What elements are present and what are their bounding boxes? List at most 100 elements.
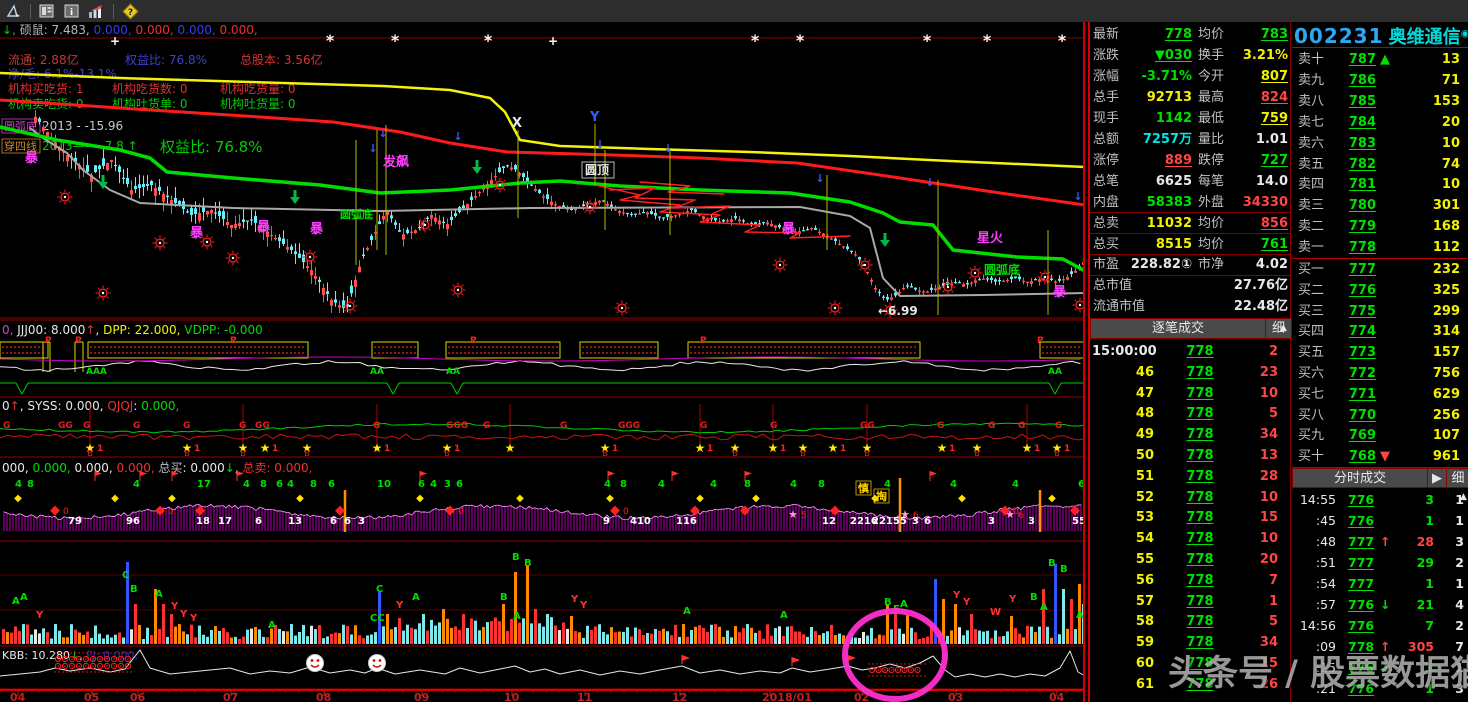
ts-volume: 7 xyxy=(1388,615,1434,636)
svg-text:4: 4 xyxy=(950,479,957,490)
svg-text:8: 8 xyxy=(744,479,751,490)
svg-text:◆: ◆ xyxy=(416,493,424,504)
tick-detail-button[interactable]: 细 xyxy=(1265,318,1292,339)
order-book-row[interactable]: 卖八785153 xyxy=(1292,91,1468,112)
time-sales-row[interactable]: 14:5677672 xyxy=(1292,615,1468,636)
kline-chart-area[interactable]: ↓, 硕鼠: 7.483, 0.000, 0.000, 0.000, 0.000… xyxy=(0,0,1085,702)
tick-row[interactable]: 15:00:007782 xyxy=(1090,341,1280,362)
tick-time: 53 xyxy=(1092,507,1154,528)
tick-row[interactable]: 5177828 xyxy=(1090,466,1280,487)
time-sales-row[interactable]: :51777292 xyxy=(1292,552,1468,573)
quote-label: 市净 xyxy=(1198,254,1224,275)
order-book-row[interactable]: 买二776325 xyxy=(1292,280,1468,301)
tick-row[interactable]: 567787 xyxy=(1090,570,1280,591)
ts-price: 777 xyxy=(1348,552,1374,573)
tick-volume: 2 xyxy=(1220,341,1278,362)
time-sales-row[interactable]: 14:5577631 xyxy=(1292,489,1468,510)
order-book-row[interactable]: 买六772756 xyxy=(1292,363,1468,384)
tick-row[interactable]: 577781 xyxy=(1090,591,1280,612)
time-sales-row[interactable]: :5477711 xyxy=(1292,573,1468,594)
svg-text:*: * xyxy=(923,31,932,50)
order-book-row[interactable]: 买三775299 xyxy=(1292,301,1468,322)
svg-text:圆顶: 圆顶 xyxy=(585,163,609,177)
order-book-row[interactable]: 买八770256 xyxy=(1292,405,1468,426)
quote-panel: 最新778均价783涨跌▼030换手3.21%涨幅-3.71%今开807总手92… xyxy=(1088,22,1468,702)
tick-row[interactable]: 6077815 xyxy=(1090,653,1280,674)
order-book-row[interactable]: 买五773157 xyxy=(1292,342,1468,363)
price-up-icon: ▲ xyxy=(1380,49,1390,70)
order-book-row[interactable]: 卖九78671 xyxy=(1292,70,1468,91)
time-sales-play-button[interactable]: ▶ xyxy=(1427,468,1447,488)
time-sales-row[interactable]: :57776↓214 xyxy=(1292,594,1468,615)
tick-row[interactable]: 487785 xyxy=(1090,403,1280,424)
tick-scroll-up-arrow[interactable]: ▲ xyxy=(1280,323,1287,333)
order-book-row[interactable]: 卖七78420 xyxy=(1292,112,1468,133)
tick-row[interactable]: 4777810 xyxy=(1090,383,1280,404)
svg-text:B: B xyxy=(884,597,892,608)
svg-text:3: 3 xyxy=(912,516,919,527)
order-book-row[interactable]: 卖二779168 xyxy=(1292,216,1468,237)
order-book-row[interactable]: 卖三780301 xyxy=(1292,195,1468,216)
order-book-row[interactable]: 买一777232 xyxy=(1292,259,1468,280)
order-book-row[interactable]: 卖一778112 xyxy=(1292,237,1468,258)
tick-row[interactable]: 4977834 xyxy=(1090,424,1280,445)
svg-text:1: 1 xyxy=(780,444,786,454)
tick-row[interactable]: 5477810 xyxy=(1090,528,1280,549)
tick-volume: 26 xyxy=(1220,674,1278,695)
svg-text:P: P xyxy=(700,336,707,346)
svg-text:6: 6 xyxy=(344,516,351,527)
svg-text:星火: 星火 xyxy=(977,231,1004,246)
svg-text:8: 8 xyxy=(27,479,34,490)
svg-text:1: 1 xyxy=(1034,444,1040,454)
svg-text:Y: Y xyxy=(579,600,588,611)
order-book-row[interactable]: 卖五78274 xyxy=(1292,154,1468,175)
tick-price: 778 xyxy=(1182,362,1218,383)
tick-row[interactable]: 5577820 xyxy=(1090,549,1280,570)
order-book-row[interactable]: 买七771629 xyxy=(1292,384,1468,405)
svg-text:A: A xyxy=(20,592,28,603)
tick-row[interactable]: 5077813 xyxy=(1090,445,1280,466)
svg-text:07: 07 xyxy=(223,691,238,702)
svg-text:◆: ◆ xyxy=(740,503,750,518)
svg-text:G: G xyxy=(239,421,246,431)
order-book-row[interactable]: 卖六78310 xyxy=(1292,133,1468,154)
svg-text:暴: 暴 xyxy=(189,226,204,241)
svg-text:AA: AA xyxy=(1048,367,1062,377)
order-book-row[interactable]: 买九769107 xyxy=(1292,425,1468,446)
tick-time: 51 xyxy=(1092,466,1154,487)
svg-text:★: ★ xyxy=(372,441,383,455)
tick-time: 50 xyxy=(1092,445,1154,466)
order-book-row[interactable]: 买四774314 xyxy=(1292,321,1468,342)
time-sales-row[interactable]: :2177613 xyxy=(1292,678,1468,699)
tick-row[interactable]: 5277810 xyxy=(1090,487,1280,508)
ts-volume: 305 xyxy=(1388,636,1434,657)
time-sales-row[interactable]: :09778↑3057 xyxy=(1292,636,1468,657)
time-sales-detail-button[interactable]: 细 xyxy=(1446,468,1468,488)
svg-text:6: 6 xyxy=(255,516,262,527)
time-sales-row[interactable]: :48777↑283 xyxy=(1292,531,1468,552)
svg-text:C: C xyxy=(376,584,383,595)
svg-text:◆: ◆ xyxy=(111,493,119,504)
order-book-row[interactable]: 卖四78110 xyxy=(1292,174,1468,195)
svg-text:←6.99: ←6.99 xyxy=(878,304,918,318)
order-book-row[interactable]: 买十768▼961 xyxy=(1292,446,1468,467)
tick-price: 778 xyxy=(1182,424,1218,445)
tick-volume: 10 xyxy=(1220,528,1278,549)
tick-row[interactable]: 587785 xyxy=(1090,611,1280,632)
tick-row[interactable]: 6177826 xyxy=(1090,674,1280,695)
book-volume: 157 xyxy=(1396,342,1460,363)
svg-text:◆: ◆ xyxy=(752,493,760,504)
tick-row[interactable]: 5377815 xyxy=(1090,507,1280,528)
book-price: 784 xyxy=(1344,112,1376,133)
tick-row[interactable]: 5977834 xyxy=(1090,632,1280,653)
svg-text:◆: ◆ xyxy=(445,503,455,518)
tick-row[interactable]: 4677823 xyxy=(1090,362,1280,383)
svg-text:↓: ↓ xyxy=(378,127,387,140)
time-sales-row[interactable]: :4577611 xyxy=(1292,510,1468,531)
time-sales-row[interactable]: :15776↓11 xyxy=(1292,657,1468,678)
order-book-row[interactable]: 卖十787▲13 xyxy=(1292,49,1468,70)
quote-label: 今开 xyxy=(1198,66,1224,87)
ts-time: :48 xyxy=(1294,531,1336,552)
quote-row: 总市值27.76亿 xyxy=(1090,275,1292,296)
tick-volume: 10 xyxy=(1220,487,1278,508)
